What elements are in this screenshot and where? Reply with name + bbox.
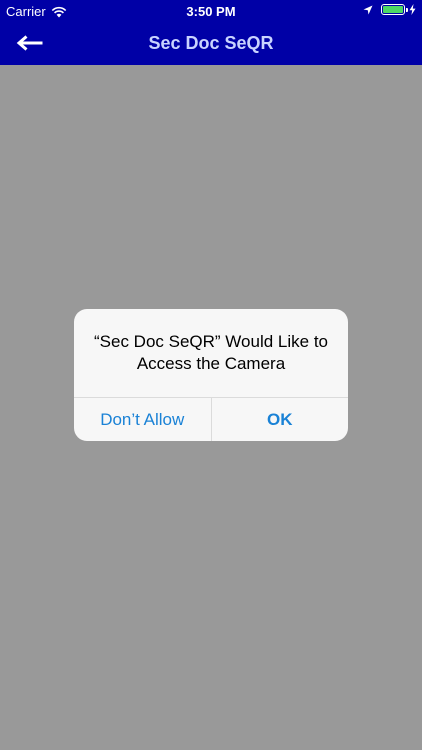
- charging-bolt-icon: [409, 4, 416, 15]
- alert-title: “Sec Doc SeQR” Would Like to Access the …: [94, 332, 328, 373]
- status-bar: Carrier 3:50 PM: [0, 0, 422, 22]
- dont-allow-button[interactable]: Don’t Allow: [74, 398, 211, 441]
- location-arrow-icon: [363, 5, 373, 14]
- battery-icon: [381, 4, 408, 15]
- status-time: 3:50 PM: [186, 4, 236, 19]
- battery-fill: [383, 6, 403, 13]
- camera-permission-alert: “Sec Doc SeQR” Would Like to Access the …: [74, 309, 348, 441]
- ok-button[interactable]: OK: [212, 398, 349, 441]
- status-right: [363, 4, 416, 15]
- page-title: Sec Doc SeQR: [148, 33, 274, 53]
- navigation-bar: Sec Doc SeQR: [0, 22, 422, 65]
- alert-button-row: Don’t Allow OK: [74, 397, 348, 441]
- battery-tip: [406, 8, 408, 12]
